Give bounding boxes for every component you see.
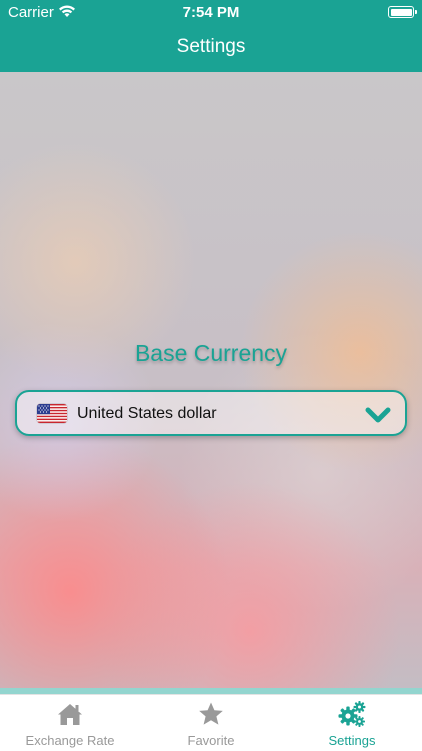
us-flag-icon <box>37 404 67 423</box>
base-currency-dropdown[interactable]: United States dollar <box>15 390 407 436</box>
base-currency-label: Base Currency <box>134 340 288 366</box>
page-title: Settings <box>176 36 246 57</box>
star-icon <box>199 702 223 725</box>
navigation-bar: Carrier 7:54 PM Settings <box>0 0 422 72</box>
gears-icon <box>338 701 366 727</box>
status-bar: Carrier 7:54 PM <box>0 0 422 24</box>
tab-exchange-rate[interactable]: Exchange Rate <box>0 695 140 751</box>
tab-label: Settings <box>328 733 376 748</box>
tab-settings[interactable]: Settings <box>282 695 422 751</box>
tab-label: Favorite <box>187 733 235 748</box>
chevron-down-icon <box>365 407 391 423</box>
tab-bar: Exchange Rate Favorite Settings <box>0 694 422 751</box>
battery-icon <box>388 6 417 18</box>
home-icon <box>58 704 82 725</box>
tab-favorite[interactable]: Favorite <box>141 695 281 751</box>
blurred-background <box>0 72 422 692</box>
tab-label: Exchange Rate <box>25 733 115 748</box>
selected-currency-text: United States dollar <box>77 405 217 422</box>
status-time: 7:54 PM <box>182 4 240 21</box>
